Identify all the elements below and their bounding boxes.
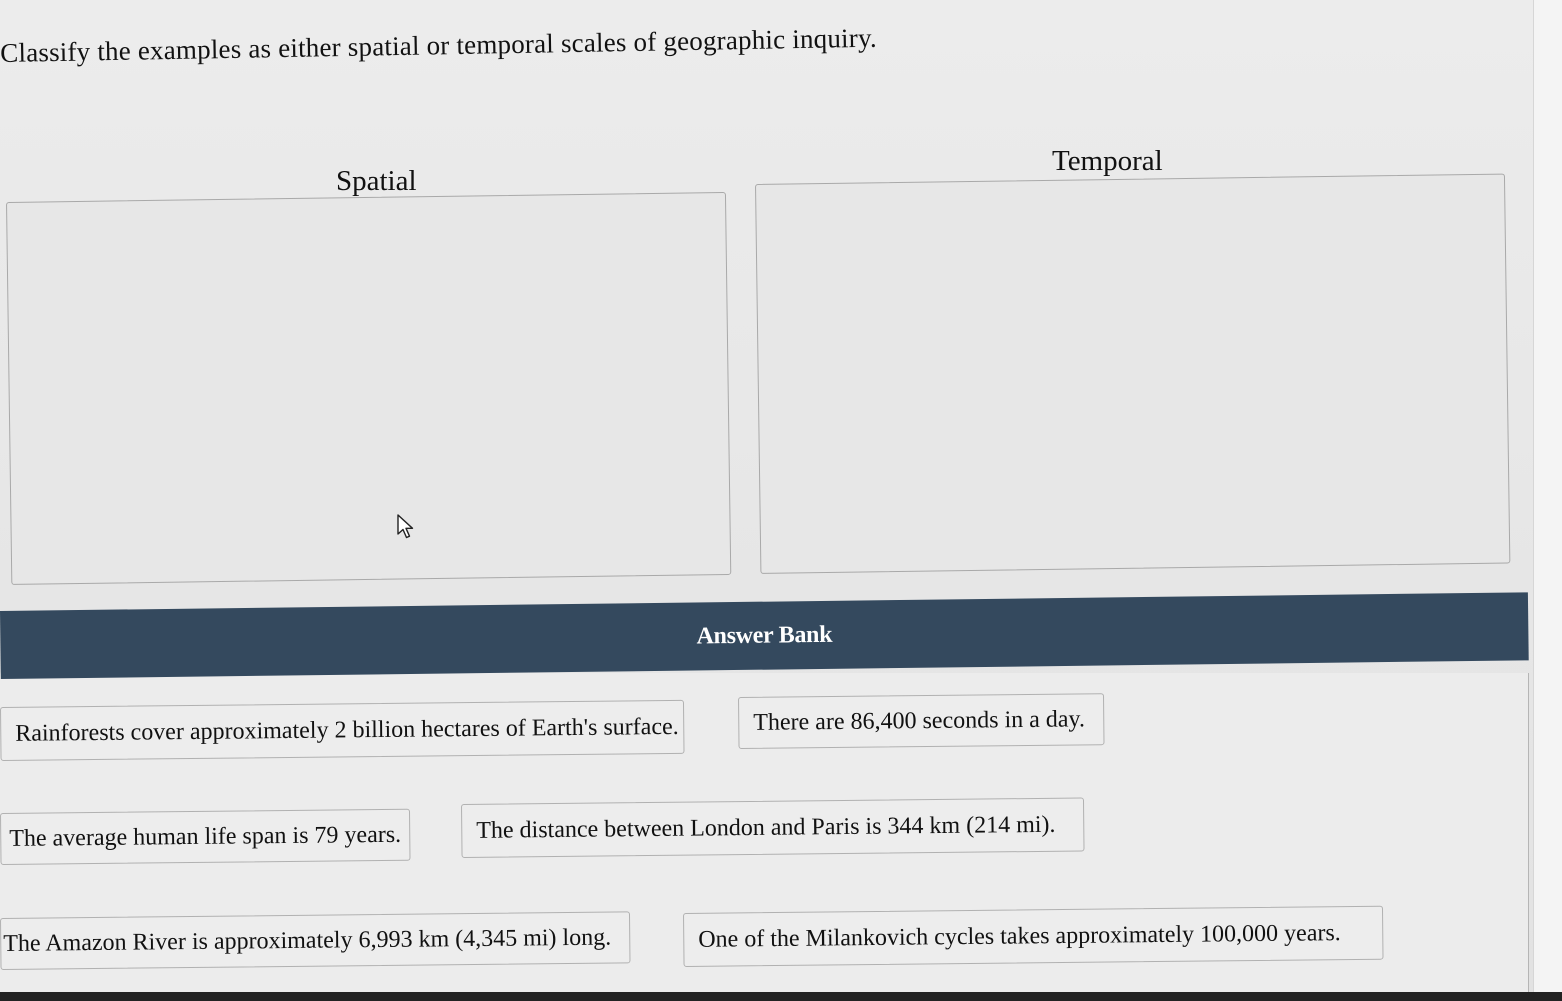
answer-chip-rainforests[interactable]: Rainforests cover approximately 2 billio… bbox=[0, 699, 685, 761]
answer-chip-life-span[interactable]: The average human life span is 79 years. bbox=[0, 808, 411, 865]
answer-chip-london-paris[interactable]: The distance between London and Paris is… bbox=[461, 797, 1085, 858]
temporal-drop-zone[interactable] bbox=[755, 173, 1511, 574]
page: Classify the examples as either spatial … bbox=[0, 0, 1562, 1001]
temporal-column-title: Temporal bbox=[1052, 145, 1163, 177]
answer-bank-header: Answer Bank bbox=[0, 592, 1529, 679]
screen-bottom-bezel bbox=[0, 992, 1562, 1001]
answer-chip-seconds-in-day[interactable]: There are 86,400 seconds in a day. bbox=[738, 693, 1105, 749]
spatial-column-title: Spatial bbox=[336, 165, 417, 197]
right-edge-strip bbox=[1533, 0, 1562, 1001]
answer-bank: Answer Bank Rainforests cover approximat… bbox=[0, 592, 1532, 1001]
answer-chip-amazon-river[interactable]: The Amazon River is approximately 6,993 … bbox=[0, 911, 631, 970]
mouse-pointer-icon bbox=[397, 514, 414, 539]
spatial-drop-zone[interactable] bbox=[6, 191, 732, 585]
answer-bank-title: Answer Bank bbox=[696, 621, 833, 649]
answer-chip-milankovich[interactable]: One of the Milankovich cycles takes appr… bbox=[683, 905, 1384, 967]
question-prompt: Classify the examples as either spatial … bbox=[0, 22, 878, 68]
